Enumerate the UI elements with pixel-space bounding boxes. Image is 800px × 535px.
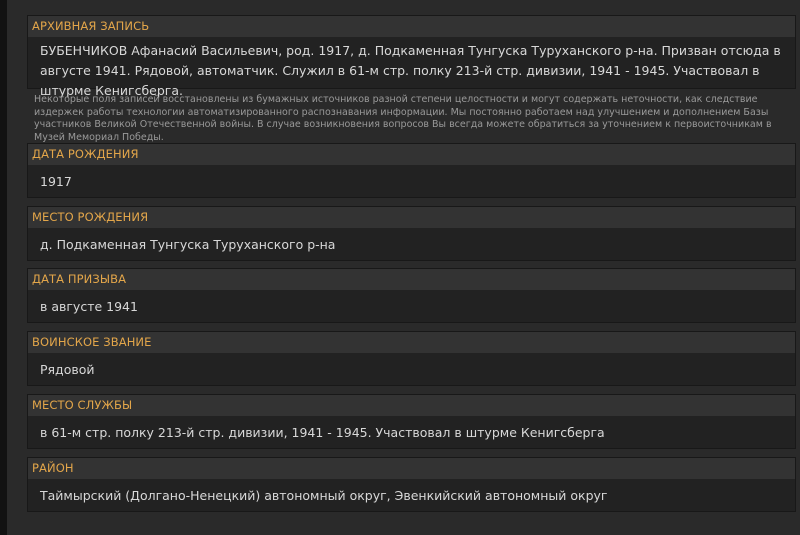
field-birth-place: МЕСТО РОЖДЕНИЯ д. Подкаменная Тунгуска Т… xyxy=(27,206,796,261)
field-service-place: МЕСТО СЛУЖБЫ в 61-м стр. полку 213-й стр… xyxy=(27,394,796,449)
field-value: д. Подкаменная Тунгуска Туруханского р-н… xyxy=(40,237,336,252)
field-birth-date: ДАТА РОЖДЕНИЯ 1917 xyxy=(27,143,796,198)
archive-record-header: АРХИВНАЯ ЗАПИСЬ xyxy=(28,16,795,37)
field-military-rank: ВОИНСКОЕ ЗВАНИЕ Рядовой xyxy=(27,331,796,386)
field-district: РАЙОН Таймырский (Долгано-Ненецкий) авто… xyxy=(27,457,796,512)
data-accuracy-notice: Некоторые поля записей восстановлены из … xyxy=(34,94,772,143)
field-label: ДАТА ПРИЗЫВА xyxy=(28,269,795,290)
field-value: в 61-м стр. полку 213-й стр. дивизии, 19… xyxy=(40,425,605,440)
field-value: Таймырский (Долгано-Ненецкий) автономный… xyxy=(40,488,608,503)
field-value: 1917 xyxy=(40,174,72,189)
field-conscription-date: ДАТА ПРИЗЫВА в августе 1941 xyxy=(27,268,796,323)
field-value: в августе 1941 xyxy=(40,299,138,314)
archive-record-block: АРХИВНАЯ ЗАПИСЬ БУБЕНЧИКОВ Афанасий Васи… xyxy=(27,15,796,98)
field-label: РАЙОН xyxy=(28,458,795,479)
field-label: ДАТА РОЖДЕНИЯ xyxy=(28,144,795,165)
field-label: ВОИНСКОЕ ЗВАНИЕ xyxy=(28,332,795,353)
field-value: Рядовой xyxy=(40,362,95,377)
field-label: МЕСТО СЛУЖБЫ xyxy=(28,395,795,416)
field-label: МЕСТО РОЖДЕНИЯ xyxy=(28,207,795,228)
left-border-strip xyxy=(0,0,7,535)
